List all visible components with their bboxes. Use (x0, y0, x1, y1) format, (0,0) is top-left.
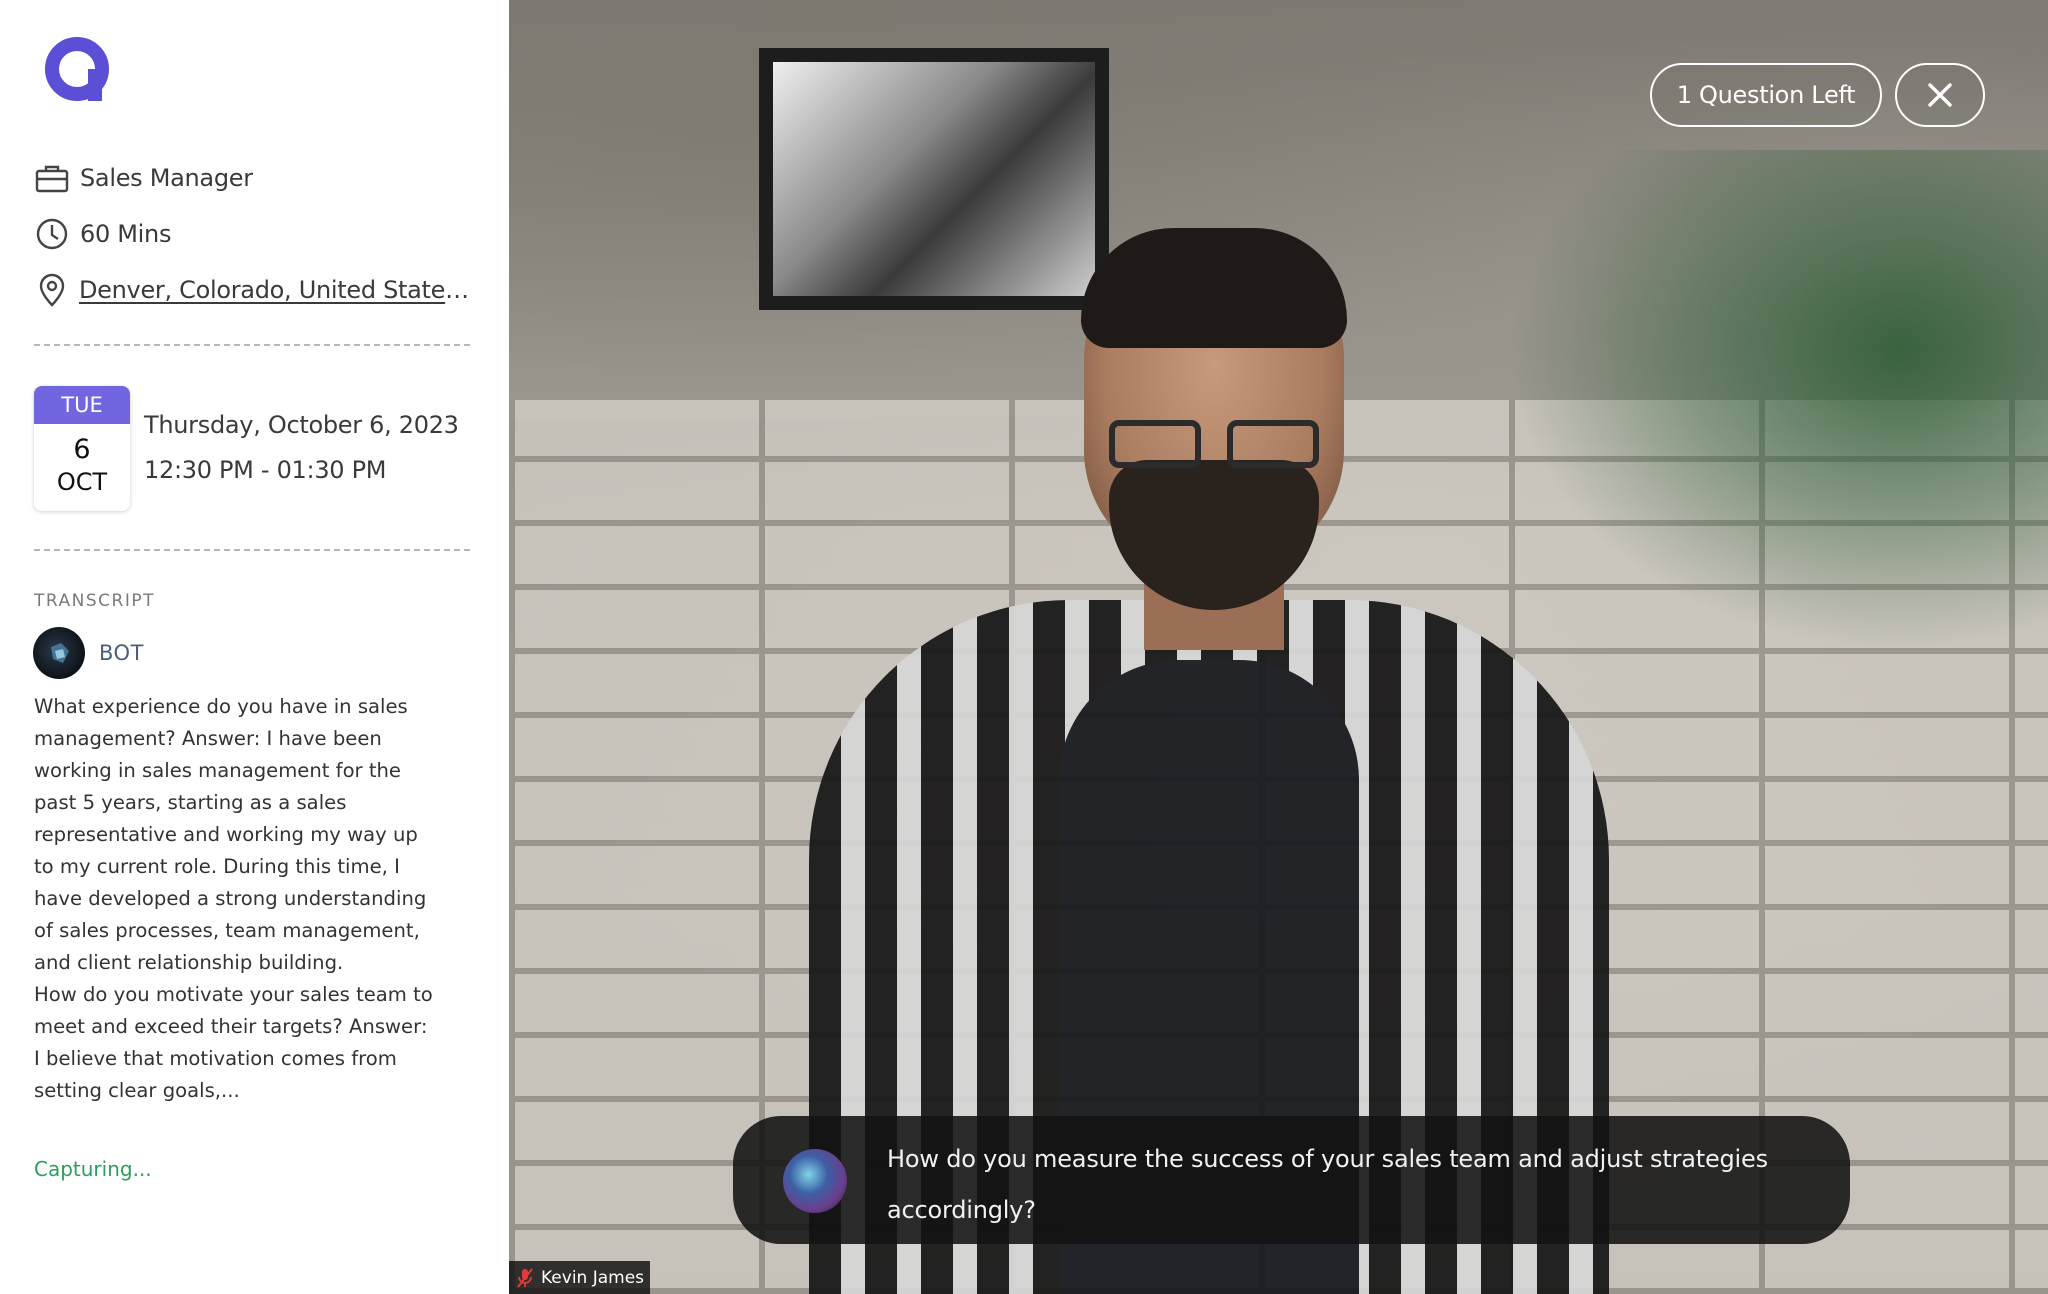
divider (34, 344, 470, 346)
participant-hair (1081, 228, 1347, 348)
duration-row: 60 Mins (34, 206, 474, 262)
duration: 60 Mins (80, 220, 172, 248)
calendar-date: 6 (73, 434, 91, 465)
mic-muted-icon (517, 1267, 533, 1288)
location-link[interactable]: Denver, Colorado, United States of... (79, 276, 474, 304)
transcript-text: What experience do you have in sales man… (34, 695, 433, 1102)
speaker-name: BOT (99, 641, 144, 665)
bot-avatar (33, 627, 85, 679)
schedule-date: Thursday, October 6, 2023 (144, 411, 459, 439)
participant-glasses (1109, 420, 1319, 470)
plant (1508, 150, 2048, 650)
calendar-badge: TUE 6 OCT (34, 386, 130, 511)
questions-left-badge: 1 Question Left (1650, 63, 1882, 127)
job-title-row: Sales Manager (34, 150, 474, 206)
video-feed: 1 Question Left How do you measure the s… (509, 0, 2048, 1294)
transcript-speaker: BOT (33, 627, 144, 679)
calendar-month: OCT (56, 468, 108, 496)
close-icon (1928, 83, 1952, 107)
calendar-day: TUE (34, 386, 130, 424)
question-caption: How do you measure the success of your s… (733, 1116, 1850, 1244)
current-question: How do you measure the success of your s… (887, 1145, 1768, 1224)
bot-avatar (783, 1149, 847, 1213)
brand-logo[interactable] (44, 34, 114, 104)
transcript-heading: TRANSCRIPT (34, 591, 155, 611)
sidebar: Sales Manager 60 Mins Denver, Colorado, … (0, 0, 509, 1294)
schedule-time: 12:30 PM - 01:30 PM (144, 456, 387, 484)
briefcase-icon (34, 160, 70, 196)
participant-name-tag: Kevin James (509, 1261, 651, 1294)
capturing-status: Capturing... (34, 1157, 152, 1181)
job-title: Sales Manager (80, 164, 253, 192)
close-button[interactable] (1895, 63, 1985, 127)
location-row: Denver, Colorado, United States of... (34, 262, 474, 318)
wall-picture (759, 48, 1109, 310)
map-pin-icon (34, 272, 69, 308)
clock-icon (34, 216, 70, 252)
participant-name: Kevin James (541, 1267, 645, 1288)
divider (34, 549, 470, 551)
schedule-details: Thursday, October 6, 2023 12:30 PM - 01:… (144, 408, 459, 498)
job-details: Sales Manager 60 Mins Denver, Colorado, … (34, 150, 474, 318)
